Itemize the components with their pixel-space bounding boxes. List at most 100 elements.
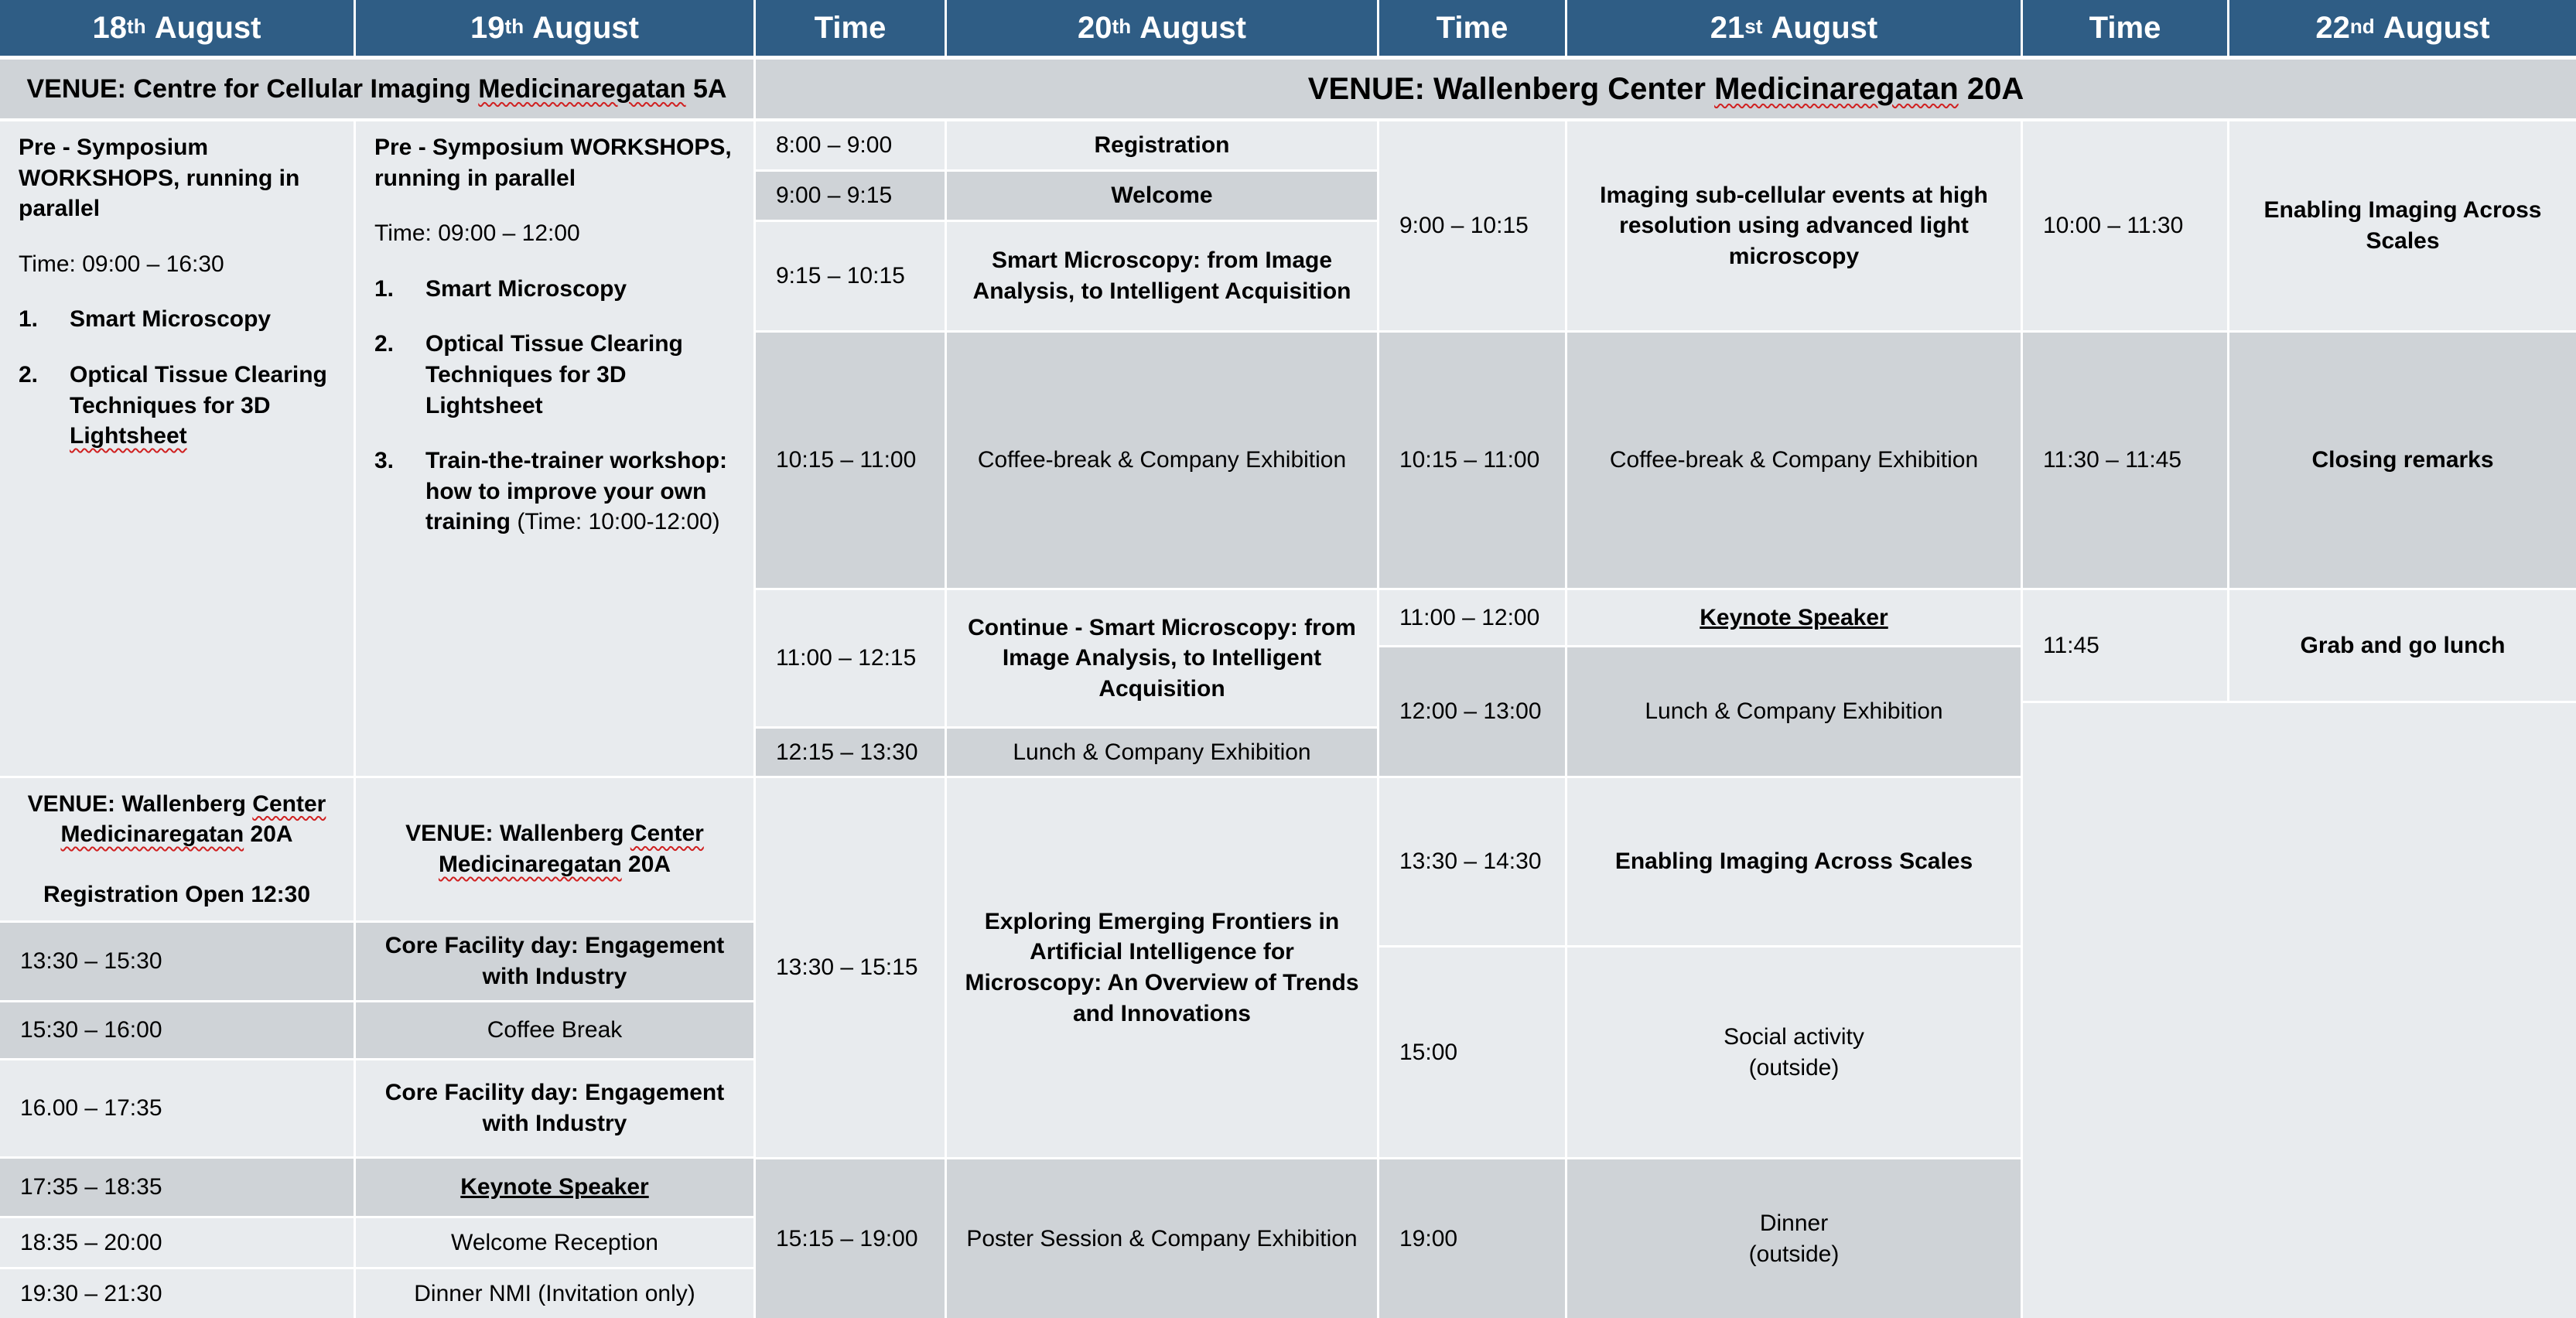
month: August bbox=[532, 10, 639, 45]
session-cell: Dinner NMI (Invitation only) bbox=[356, 1269, 753, 1318]
venue-center: Center bbox=[630, 821, 704, 847]
item-number: 3. bbox=[374, 448, 395, 474]
time-cell: 15:30 – 16:00 bbox=[0, 1002, 354, 1058]
session-cell: Coffee Break bbox=[356, 1002, 753, 1058]
day-number: 19 bbox=[470, 10, 505, 45]
time-cell: 11:00 – 12:00 bbox=[1379, 590, 1565, 645]
time-cell: 13:30 – 15:15 bbox=[756, 778, 945, 1157]
header-21-august: 21st August bbox=[1567, 0, 2021, 56]
session-cell: Poster Session & Company Exhibition bbox=[947, 1159, 1377, 1318]
venue-street: Medicinaregatan bbox=[1714, 71, 1959, 106]
header-time-22: Time bbox=[2023, 0, 2227, 56]
time-cell: 13:30 – 14:30 bbox=[1379, 778, 1565, 945]
venue-prefix: VENUE: Centre for Cellular Imaging bbox=[26, 73, 479, 104]
time-cell: 12:15 – 13:30 bbox=[756, 729, 945, 776]
session-cell: Welcome Reception bbox=[356, 1218, 753, 1267]
schedule-table: 18th August 19th August Time 20th August… bbox=[0, 0, 2576, 1318]
header-18-august: 18th August bbox=[0, 0, 354, 56]
workshop-title: Pre - Symposium WORKSHOPS, running in pa… bbox=[374, 135, 732, 191]
day-number: 22 bbox=[2315, 10, 2350, 45]
day18-venue: VENUE: Wallenberg Center Medicinaregatan… bbox=[0, 778, 354, 920]
session-cell: Welcome bbox=[947, 172, 1377, 220]
time-cell: 10:15 – 11:00 bbox=[756, 333, 945, 588]
time-cell: 11:00 – 12:15 bbox=[756, 590, 945, 726]
header-time-20: Time bbox=[756, 0, 945, 56]
time-cell: 19:00 bbox=[1379, 1159, 1565, 1318]
day19-workshops: Pre - Symposium WORKSHOPS, running in pa… bbox=[356, 121, 753, 776]
time-cell: 15:15 – 19:00 bbox=[756, 1159, 945, 1318]
session-cell: Continue - Smart Microscopy: from Image … bbox=[947, 590, 1377, 726]
header-time-21: Time bbox=[1379, 0, 1565, 56]
item-text: Smart Microscopy bbox=[425, 275, 627, 302]
dinner-line1: Dinner bbox=[1759, 1210, 1829, 1236]
time-cell: 16.00 – 17:35 bbox=[0, 1060, 354, 1156]
workshop-list: 1. Smart Microscopy 2. Optical Tissue Clea… bbox=[374, 274, 735, 538]
day18-workshops: Pre - Symposium WORKSHOPS, running in pa… bbox=[0, 121, 354, 776]
item-text: Optical Tissue Clearing Techniques for 3… bbox=[425, 331, 683, 418]
session-cell: Imaging sub-cellular events at high reso… bbox=[1567, 121, 2021, 330]
item-number: 1. bbox=[374, 275, 395, 302]
list-item: 2. Optical Tissue Clearing Techniques for… bbox=[19, 360, 335, 452]
session-cell: Coffee-break & Company Exhibition bbox=[947, 333, 1377, 588]
time-cell: 12:00 – 13:00 bbox=[1379, 647, 1565, 776]
venue-prefix: VENUE: Wallenberg Center bbox=[1307, 71, 1715, 106]
dinner-outside: Dinner (outside) bbox=[1567, 1159, 2021, 1318]
time-cell: 9:15 – 10:15 bbox=[756, 222, 945, 330]
registration-open: Registration Open 12:30 bbox=[43, 881, 311, 907]
list-item: 3. Train-the-trainer workshop: how to imp… bbox=[374, 446, 735, 538]
month: August bbox=[154, 10, 261, 45]
workshop-title: Pre - Symposium WORKSHOPS, running in pa… bbox=[19, 135, 300, 222]
time-cell: 18:35 – 20:00 bbox=[0, 1218, 354, 1267]
item-number: 2. bbox=[19, 361, 39, 388]
dinner-line2: (outside) bbox=[1748, 1241, 1840, 1267]
session-cell: Lunch & Company Exhibition bbox=[947, 729, 1377, 776]
venue-prefix: VENUE: Wallenberg bbox=[405, 821, 630, 847]
session-cell: Smart Microscopy: from Image Analysis, t… bbox=[947, 222, 1377, 330]
time-cell: 9:00 – 10:15 bbox=[1379, 121, 1565, 330]
month: August bbox=[1771, 10, 1878, 45]
workshop-list: 1. Smart Microscopy 2. Optical Tissue Clea… bbox=[19, 304, 335, 451]
item-time: (Time: 10:00-12:00) bbox=[511, 509, 720, 535]
session-cell: Enabling Imaging Across Scales bbox=[2229, 121, 2576, 330]
social-activity: Social activity (outside) bbox=[1567, 948, 2021, 1157]
venue-street: Medicinaregatan bbox=[438, 852, 622, 877]
session-cell: Core Facility day: Engagement with Indus… bbox=[356, 1060, 753, 1156]
day-number: 18 bbox=[92, 10, 128, 45]
session-cell: Exploring Emerging Frontiers in Artifici… bbox=[947, 778, 1377, 1157]
venue-wallenberg: VENUE: Wallenberg Center Medicinaregatan… bbox=[756, 60, 2576, 118]
month: August bbox=[2383, 10, 2490, 45]
item-text-lightsheet: Lightsheet bbox=[70, 423, 187, 449]
time-cell: 10:00 – 11:30 bbox=[2023, 121, 2227, 330]
venue-suffix: 20A bbox=[244, 821, 293, 848]
item-number: 1. bbox=[19, 306, 39, 333]
session-cell: Closing remarks bbox=[2229, 333, 2576, 588]
workshop-time: Time: 09:00 – 12:00 bbox=[374, 220, 580, 247]
day19-venue: VENUE: Wallenberg Center Medicinaregatan… bbox=[356, 778, 753, 920]
time-cell: 13:30 – 15:30 bbox=[0, 923, 354, 1000]
item-text: Smart Microscopy bbox=[70, 306, 272, 333]
time-cell: 15:00 bbox=[1379, 948, 1565, 1157]
session-cell: Lunch & Company Exhibition bbox=[1567, 647, 2021, 776]
session-cell: Enabling Imaging Across Scales bbox=[1567, 778, 2021, 945]
header-20-august: 20th August bbox=[947, 0, 1377, 56]
time-cell: 11:30 – 11:45 bbox=[2023, 333, 2227, 588]
month: August bbox=[1139, 10, 1246, 45]
list-item: 1. Smart Microscopy bbox=[374, 274, 735, 305]
venue-suffix: 5A bbox=[685, 73, 727, 104]
venue-center: Center bbox=[252, 790, 326, 817]
day-number: 20 bbox=[1078, 10, 1112, 45]
time-cell: 19:30 – 21:30 bbox=[0, 1269, 354, 1318]
session-cell: Grab and go lunch bbox=[2229, 590, 2576, 701]
day-number: 21 bbox=[1710, 10, 1745, 45]
venue-suffix: 20A bbox=[1958, 71, 2024, 106]
session-cell: Core Facility day: Engagement with Indus… bbox=[356, 923, 753, 1000]
item-number: 2. bbox=[374, 331, 395, 357]
header-22-august: 22nd August bbox=[2229, 0, 2576, 56]
keynote-speaker: Keynote Speaker bbox=[356, 1159, 753, 1216]
social-line1: Social activity bbox=[1724, 1023, 1864, 1050]
session-cell: Coffee-break & Company Exhibition bbox=[1567, 333, 2021, 588]
venue-street: Medicinaregatan bbox=[478, 73, 686, 104]
social-line2: (outside) bbox=[1748, 1054, 1840, 1081]
venue-prefix: VENUE: Wallenberg bbox=[27, 790, 253, 817]
list-item: 1. Smart Microscopy bbox=[19, 304, 335, 335]
